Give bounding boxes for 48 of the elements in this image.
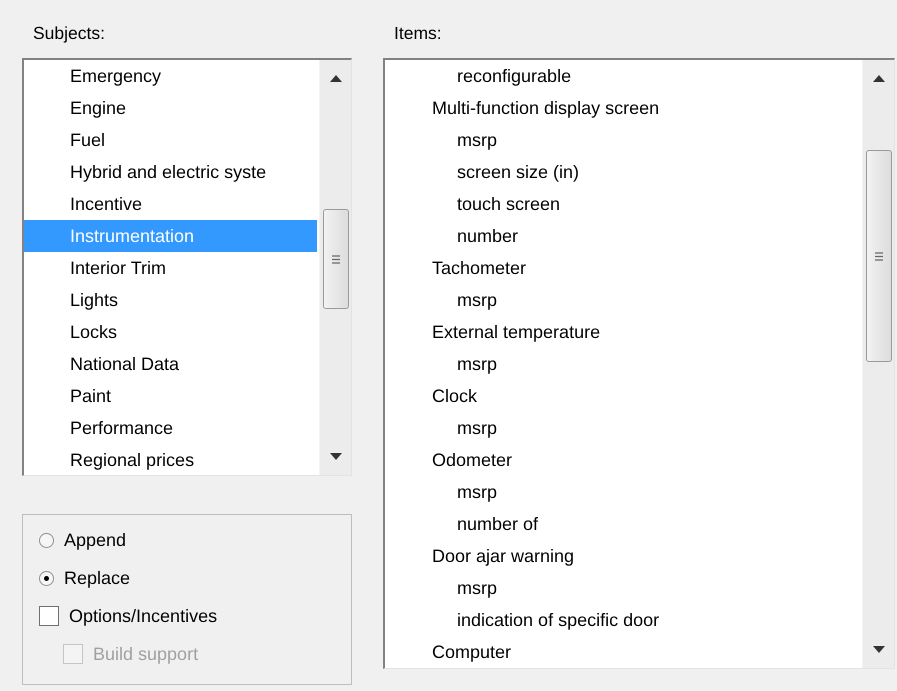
list-item[interactable]: msrp xyxy=(385,284,860,316)
radio-button[interactable] xyxy=(39,570,54,586)
list-item[interactable]: msrp xyxy=(385,572,860,604)
subject-item[interactable]: Emergency xyxy=(24,60,317,92)
item-group[interactable]: Odometer xyxy=(385,444,860,476)
checkbox-label: Build support xyxy=(93,644,198,664)
items-label: Items: xyxy=(394,22,443,44)
list-item[interactable]: number of xyxy=(385,508,860,540)
subject-item[interactable]: Performance xyxy=(24,412,317,444)
up-arrow-icon[interactable] xyxy=(872,75,884,82)
list-item[interactable]: reconfigurable xyxy=(385,60,860,92)
subject-item[interactable]: National Data xyxy=(24,348,317,380)
item-group[interactable]: Computer xyxy=(385,636,860,668)
scrollbar-thumb[interactable] xyxy=(866,150,892,362)
subject-item[interactable]: Engine xyxy=(24,92,317,124)
item-group[interactable]: Multi-function display screen xyxy=(385,92,860,124)
subject-item[interactable]: Fuel xyxy=(24,124,317,156)
subject-item[interactable]: Incentive xyxy=(24,188,317,220)
list-item[interactable]: screen size (in) xyxy=(385,156,860,188)
item-group[interactable]: Clock xyxy=(385,380,860,412)
list-item[interactable]: msrp xyxy=(385,476,860,508)
scrollbar-thumb[interactable] xyxy=(322,209,348,309)
up-arrow-icon[interactable] xyxy=(330,75,342,82)
list-item[interactable]: number xyxy=(385,220,860,252)
subject-item[interactable]: Locks xyxy=(24,316,317,348)
item-group[interactable]: Tachometer xyxy=(385,252,860,284)
scrollbar[interactable] xyxy=(319,60,351,475)
item-group[interactable]: External temperature xyxy=(385,316,860,348)
list-item[interactable]: msrp xyxy=(385,124,860,156)
checkbox[interactable] xyxy=(39,606,59,626)
down-arrow-icon[interactable] xyxy=(872,646,884,653)
subject-item[interactable]: Regional prices xyxy=(24,444,317,475)
radio-label: Append xyxy=(64,530,126,550)
subject-item[interactable]: Interior Trim xyxy=(24,252,317,284)
list-item[interactable]: indication of specific door xyxy=(385,604,860,636)
list-item[interactable]: msrp xyxy=(385,348,860,380)
checkbox-label: Options/Incentives xyxy=(69,606,218,626)
subject-item[interactable]: Hybrid and electric syste xyxy=(24,156,317,188)
list-item[interactable]: msrp xyxy=(385,412,860,444)
subject-item[interactable]: Lights xyxy=(24,284,317,316)
scrollbar[interactable] xyxy=(862,60,894,668)
radio-button[interactable] xyxy=(39,532,54,548)
list-item[interactable]: touch screen xyxy=(385,188,860,220)
subject-item[interactable]: Paint xyxy=(24,380,317,412)
item-group[interactable]: Door ajar warning xyxy=(385,540,860,572)
down-arrow-icon[interactable] xyxy=(330,453,342,460)
subjects-label: Subjects: xyxy=(33,22,106,44)
radio-label: Replace xyxy=(64,568,130,588)
